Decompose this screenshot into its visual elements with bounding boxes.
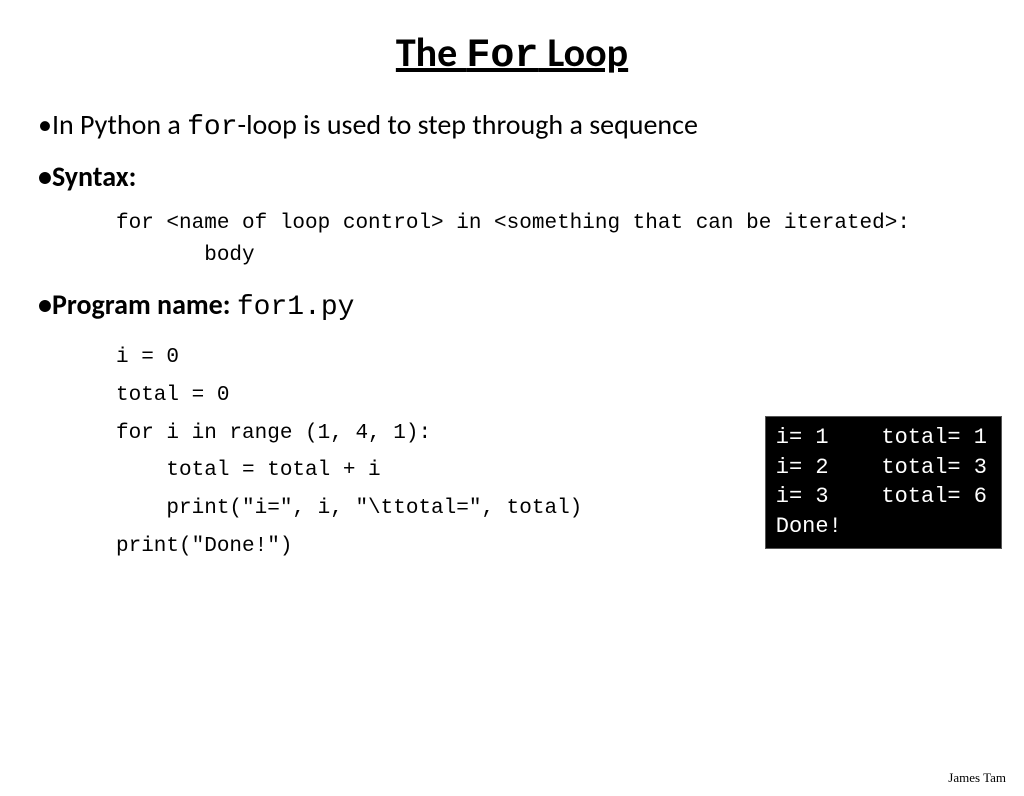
bullet-intro: •In Python a for-loop is used to step th… (38, 107, 986, 145)
terminal-output: i= 1 total= 1 i= 2 total= 3 i= 3 total= … (765, 416, 1002, 549)
title-keyword: For (466, 34, 538, 79)
slide: The For Loop •In Python a for-loop is us… (0, 28, 1024, 796)
title-post: Loop (538, 28, 628, 77)
footer-author: James Tam (948, 770, 1006, 786)
bullet-program: •Program name: for1.py (38, 287, 986, 325)
intro-pre: •In Python a (38, 107, 187, 142)
title-pre: The (396, 28, 466, 77)
syntax-code: for <name of loop control> in <something… (116, 208, 986, 271)
intro-keyword: for (187, 112, 237, 143)
bullet-syntax-label: •Syntax: (38, 159, 986, 194)
program-filename: for1.py (237, 292, 355, 323)
intro-post: -loop is used to step through a sequence (238, 107, 698, 142)
program-pre: •Program name: (38, 287, 237, 322)
slide-title: The For Loop (0, 28, 1024, 79)
